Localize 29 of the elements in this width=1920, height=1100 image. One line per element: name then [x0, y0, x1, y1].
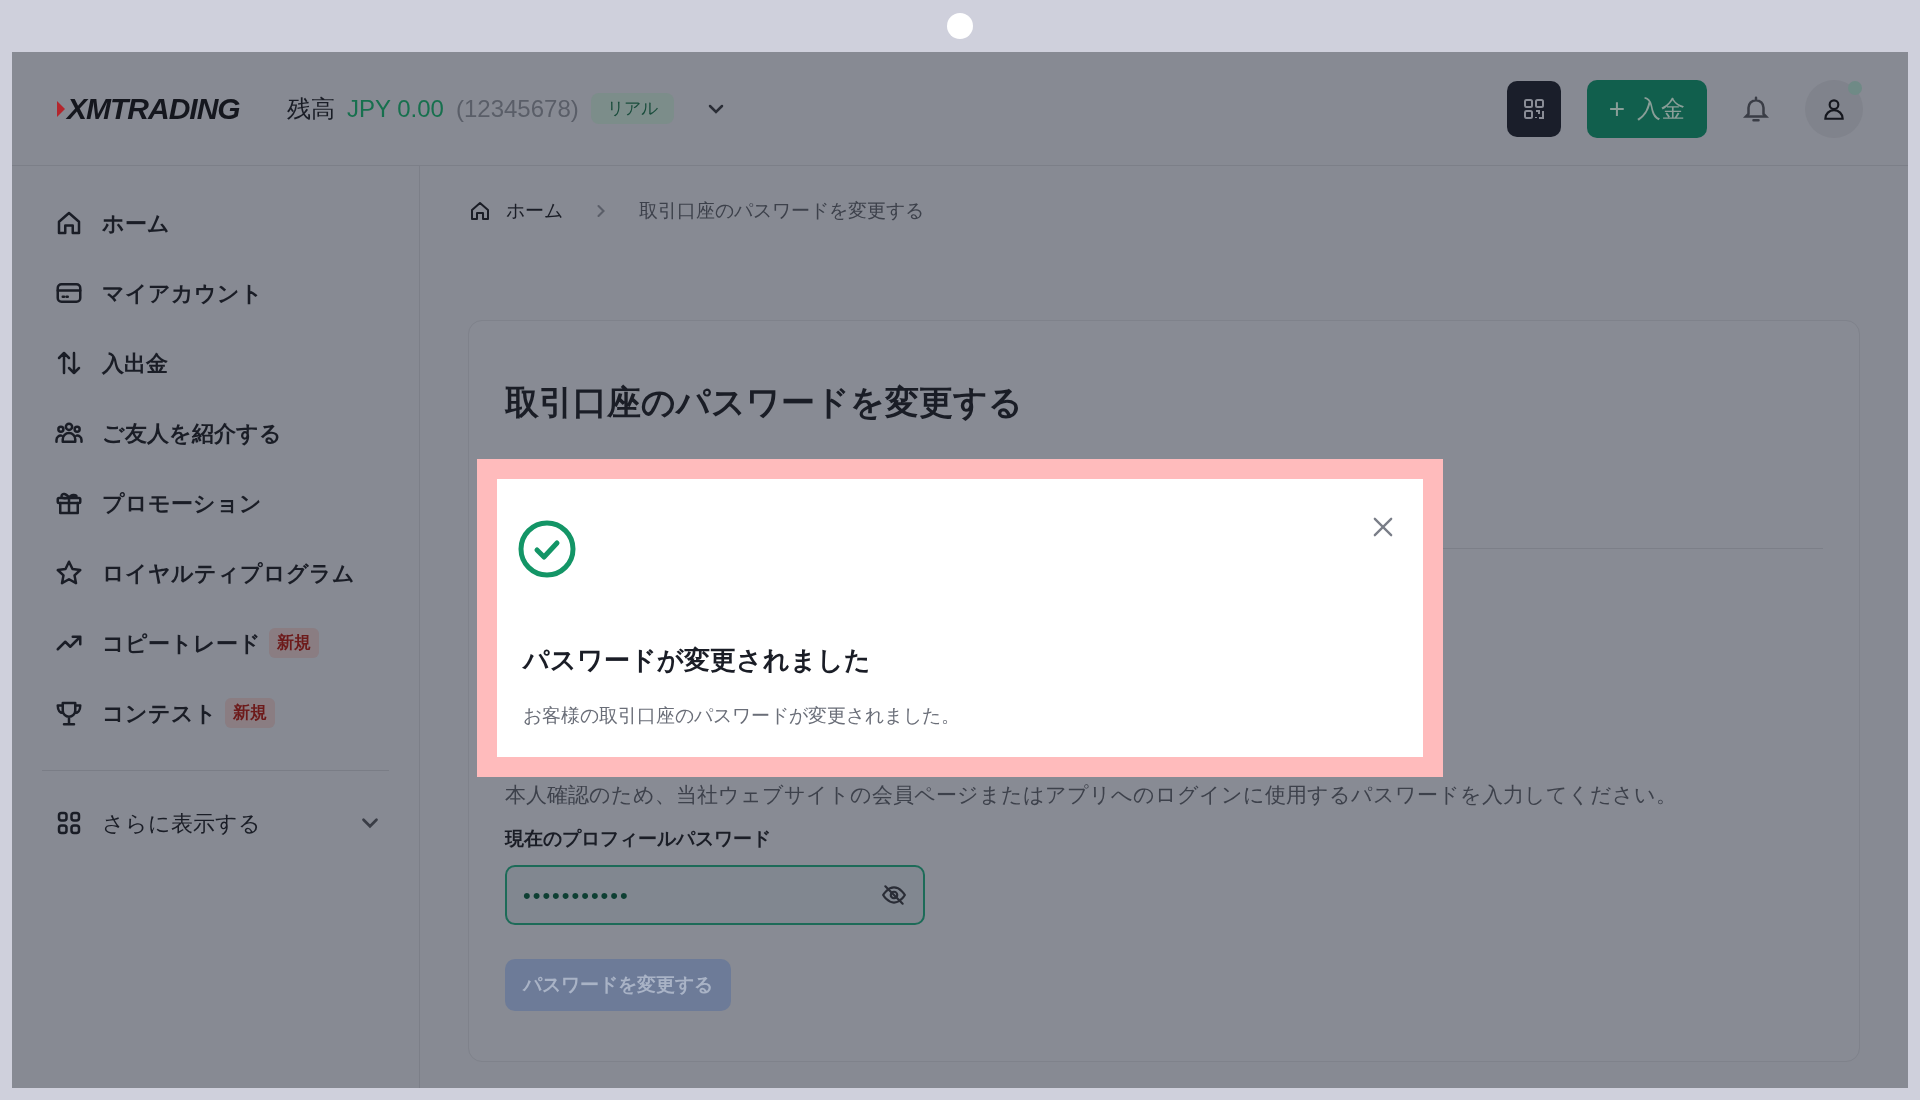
- success-check-icon: [517, 519, 577, 579]
- sidebar-item[interactable]: ホーム: [102, 206, 170, 240]
- sidebar-item[interactable]: マイアカウント: [102, 276, 263, 310]
- sidebar-item[interactable]: プロモーション: [102, 486, 262, 520]
- field-label: 現在のプロフィールパスワード: [505, 826, 772, 851]
- balance-amount: JPY 0.00: [347, 93, 444, 124]
- dialog-message: お客様の取引口座のパスワードが変更されました。: [523, 704, 961, 728]
- new-badge: 新規: [269, 628, 319, 658]
- sidebar-item[interactable]: ロイヤルティプログラム: [102, 556, 355, 590]
- sidebar-item[interactable]: コピートレード: [102, 626, 261, 660]
- instruction-text: 本人確認のため、当社ウェブサイトの会員ページまたはアプリへのログインに使用するパスワードを入力してください。: [505, 782, 1678, 808]
- password-field[interactable]: •••••••••••: [505, 865, 925, 925]
- qr-code-icon: [1521, 96, 1546, 121]
- breadcrumb-item: 取引口座のパスワードを変更する: [639, 198, 924, 223]
- new-badge: 新規: [225, 698, 275, 728]
- deposit-button[interactable]: + 入金: [1586, 79, 1707, 138]
- eye-slash-icon[interactable]: [881, 882, 907, 908]
- breadcrumb-item[interactable]: ホーム: [506, 196, 563, 226]
- page-title: 取引口座のパスワードを変更する: [505, 382, 1024, 423]
- sidebar-item[interactable]: 入出金: [102, 346, 168, 380]
- account-type-badge: リアル: [590, 92, 674, 125]
- home-icon: [468, 199, 492, 223]
- logo-text: XMTRADING: [67, 91, 240, 127]
- show-more-link[interactable]: さらに表示する: [102, 806, 261, 840]
- qr-code-button[interactable]: [1506, 80, 1561, 137]
- sidebar-item[interactable]: コンテスト: [102, 696, 217, 730]
- dialog-title: パスワードが変更されました: [523, 644, 872, 677]
- balance-label: 残高: [287, 93, 335, 124]
- sidebar-item[interactable]: ご友人を紹介する: [102, 416, 282, 450]
